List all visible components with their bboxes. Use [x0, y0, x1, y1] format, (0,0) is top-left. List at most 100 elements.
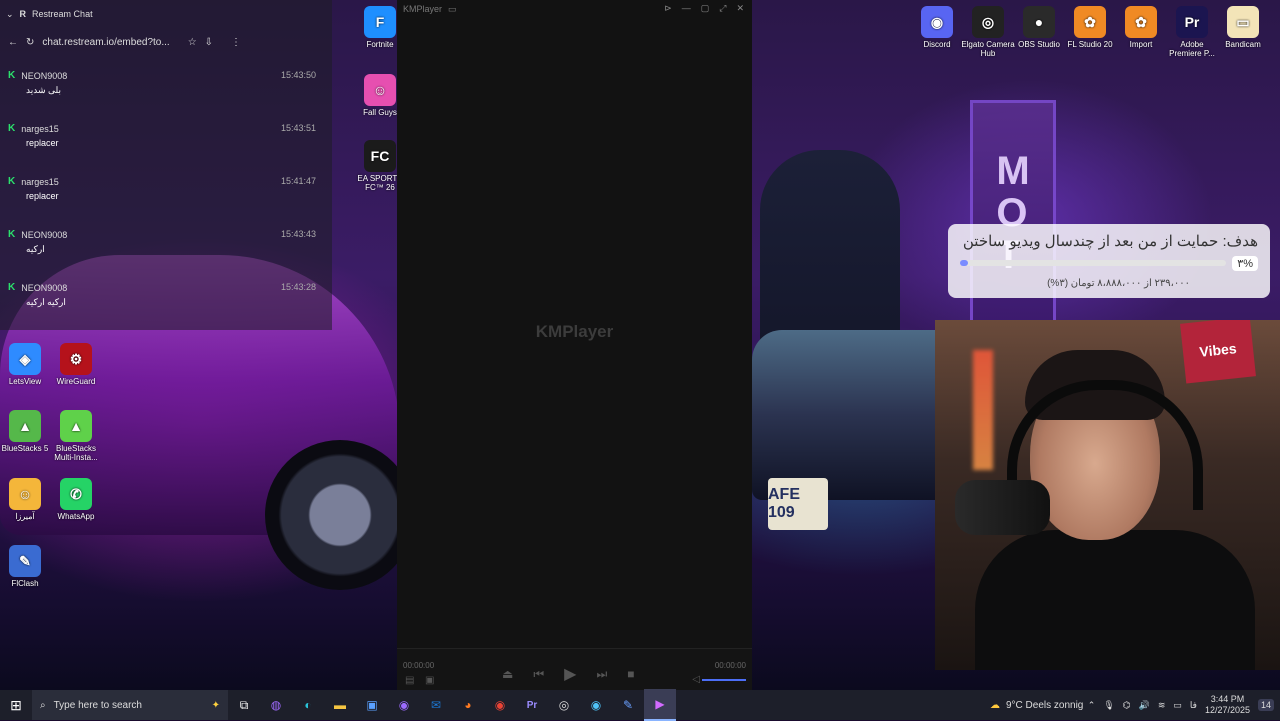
task-view-icon[interactable]: ⧉: [228, 690, 260, 720]
kmplayer-taskbar-icon[interactable]: ▶: [644, 689, 676, 721]
outlook-icon[interactable]: ✉: [420, 690, 452, 720]
reload-icon[interactable]: ↻: [26, 37, 34, 48]
settings-icon[interactable]: ▤: [405, 675, 414, 686]
feather-icon[interactable]: ✎: [612, 690, 644, 720]
clock[interactable]: 3:44 PM 12/27/2025: [1205, 694, 1250, 716]
chat-message: K NEON9008 15:43:28 ارکیه ارکیه: [8, 282, 328, 308]
next-icon[interactable]: ⏭: [596, 667, 607, 684]
menu-icon[interactable]: ⋮: [231, 37, 241, 48]
chevron-up-icon[interactable]: ⌃: [1088, 700, 1096, 711]
kmplayer-controls: 00:00:00 00:00:00 ▤ ▣ ⏏ ⏮ ▶ ⏭ ■ ◁: [397, 648, 752, 691]
desktop-icon[interactable]: Pr Adobe Premiere P...: [1164, 6, 1220, 58]
windows-start-icon[interactable]: ⊞: [0, 690, 32, 720]
desktop-icon[interactable]: ✿ Import: [1113, 6, 1169, 49]
maximize-icon[interactable]: ▢: [701, 3, 710, 14]
weather-text: 9°C Deels zonnig: [1006, 699, 1084, 711]
desktop-icon-label: Elgato Camera Hub: [961, 40, 1015, 58]
chat-text: ارکیه: [26, 244, 45, 254]
chat-username: narges15: [21, 123, 59, 134]
chevron-down-icon[interactable]: ⌄: [6, 9, 14, 20]
obs-icon[interactable]: ◎: [548, 690, 580, 720]
webcam-vibes-sign: Vibes: [1180, 320, 1256, 384]
battery-icon[interactable]: ▭: [1173, 700, 1182, 711]
stop-icon[interactable]: ■: [627, 667, 634, 684]
kmplayer-window[interactable]: KMPlayer ▭ ⊳ — ▢ ⤢ ✕ KMPlayer 00:00:00 0…: [397, 0, 752, 691]
chat-timestamp: 15:43:43: [280, 229, 316, 239]
desktop-icon[interactable]: ◉ Discord: [909, 6, 965, 49]
playlist-icon[interactable]: ⊳: [664, 3, 672, 14]
volume-slider[interactable]: [702, 679, 746, 681]
desktop-icon[interactable]: ▲ BlueStacks 5: [0, 410, 53, 453]
desktop-icon[interactable]: ☺ آمیرزا: [0, 478, 53, 521]
desktop-icon[interactable]: ⚙ WireGuard: [48, 343, 104, 386]
browser-tab-bar: ⌄ R Restream Chat: [0, 0, 332, 28]
desktop-icon-label: آمیرزا: [15, 512, 35, 521]
close-icon[interactable]: ✕: [736, 3, 744, 14]
chat-user-row: K NEON9008 15:43:28: [8, 282, 328, 293]
desktop-icon[interactable]: ◈ LetsView: [0, 343, 53, 386]
desktop-icon-label: FlClash: [11, 579, 39, 588]
clock-date: 12/27/2025: [1204, 705, 1250, 715]
webcam-microphone: [955, 480, 1050, 535]
taskbar-search[interactable]: ⌕ Type here to search ✦: [32, 690, 228, 720]
play-icon[interactable]: ▶: [564, 664, 576, 684]
desktop-icon[interactable]: ▭ Bandicam: [1215, 6, 1271, 49]
desktop-icon[interactable]: ● OBS Studio: [1011, 6, 1067, 49]
taskbar: ⊞ ⌕ Type here to search ✦ ⧉ ◍ ◐ ▬ ▣ ◉ ✉ …: [0, 689, 1280, 721]
browser-tab-title[interactable]: Restream Chat: [32, 9, 93, 19]
app-icon: ✿: [1125, 6, 1157, 38]
desktop-icon[interactable]: ▲ BlueStacks Multi-Insta...: [48, 410, 104, 462]
kick-icon: K: [8, 123, 16, 134]
goal-percent: ۳%: [1232, 256, 1258, 271]
desktop-icon[interactable]: ◎ Elgato Camera Hub: [960, 6, 1016, 58]
app-purple-icon[interactable]: ◉: [388, 690, 420, 720]
desktop-icon[interactable]: ✆ WhatsApp: [48, 478, 104, 521]
chat-username: NEON9008: [21, 70, 68, 81]
star-icon[interactable]: ☆: [188, 37, 197, 48]
goal-amount: ۲۳۹،۰۰۰ از ۸،۸۸۸،۰۰۰ تومان (۳%): [1047, 278, 1190, 289]
wifi-icon[interactable]: ≋: [1158, 700, 1166, 711]
firefox-icon[interactable]: ◕: [452, 690, 484, 720]
app-icon: ◉: [921, 6, 953, 38]
desktop-icon[interactable]: ✿ FL Studio 20: [1062, 6, 1118, 49]
search-placeholder: Type here to search: [53, 699, 142, 711]
desktop-icon[interactable]: ✎ FlClash: [0, 545, 53, 588]
download-icon[interactable]: ⇩: [205, 37, 213, 48]
bluetooth-icon[interactable]: ⌬: [1123, 700, 1131, 711]
previous-icon[interactable]: ⏮: [533, 667, 544, 684]
goal-progress-bar: [960, 260, 1226, 266]
desktop-icon-label: WireGuard: [56, 377, 96, 386]
chat-text: ارکیه ارکیه: [26, 297, 66, 307]
kick-icon: K: [8, 229, 16, 240]
notifications-badge[interactable]: 14: [1257, 699, 1274, 711]
desktop-icon-label: BlueStacks Multi-Insta...: [54, 444, 98, 462]
app-icon: ✎: [9, 545, 41, 577]
fullscreen-icon[interactable]: ⤢: [719, 3, 726, 14]
webcam-red-light: [973, 350, 993, 470]
store-icon[interactable]: ▣: [356, 690, 388, 720]
app-icon: ☺: [364, 74, 396, 106]
keyboard-layout-icon[interactable]: فا: [1190, 700, 1197, 711]
volume-icon[interactable]: ◁: [692, 674, 700, 685]
minimize-icon[interactable]: —: [682, 3, 691, 14]
desktop-icon-label: FL Studio 20: [1067, 40, 1113, 49]
url-field[interactable]: chat.restream.io/embed?to...: [42, 37, 169, 48]
eject-icon[interactable]: ⏏: [502, 667, 513, 684]
weather-widget[interactable]: ☁ 9°C Deels zonnig: [990, 690, 1083, 720]
back-icon[interactable]: ←: [8, 37, 18, 48]
app-icon: ●: [1023, 6, 1055, 38]
chrome-icon[interactable]: ◉: [484, 690, 516, 720]
open-file-icon[interactable]: ▣: [425, 675, 434, 686]
desktop-icon-label: Adobe Premiere P...: [1169, 40, 1215, 58]
pin-icon[interactable]: ▭: [448, 4, 457, 15]
browser-icon[interactable]: ◉: [580, 690, 612, 720]
speaker-icon[interactable]: 🔊: [1139, 700, 1150, 711]
premiere-icon[interactable]: Pr: [516, 690, 548, 720]
file-explorer-icon[interactable]: ▬: [324, 690, 356, 720]
microphone-icon[interactable]: 🎙: [1103, 700, 1114, 711]
edge-icon[interactable]: ◐: [292, 690, 324, 720]
clock-time: 3:44 PM: [1210, 694, 1245, 704]
restream-chat-browser[interactable]: ⌄ R Restream Chat ← ↻ chat.restream.io/e…: [0, 0, 332, 330]
copilot-icon[interactable]: ◍: [260, 690, 292, 720]
wallpaper-wheel: [265, 440, 415, 590]
